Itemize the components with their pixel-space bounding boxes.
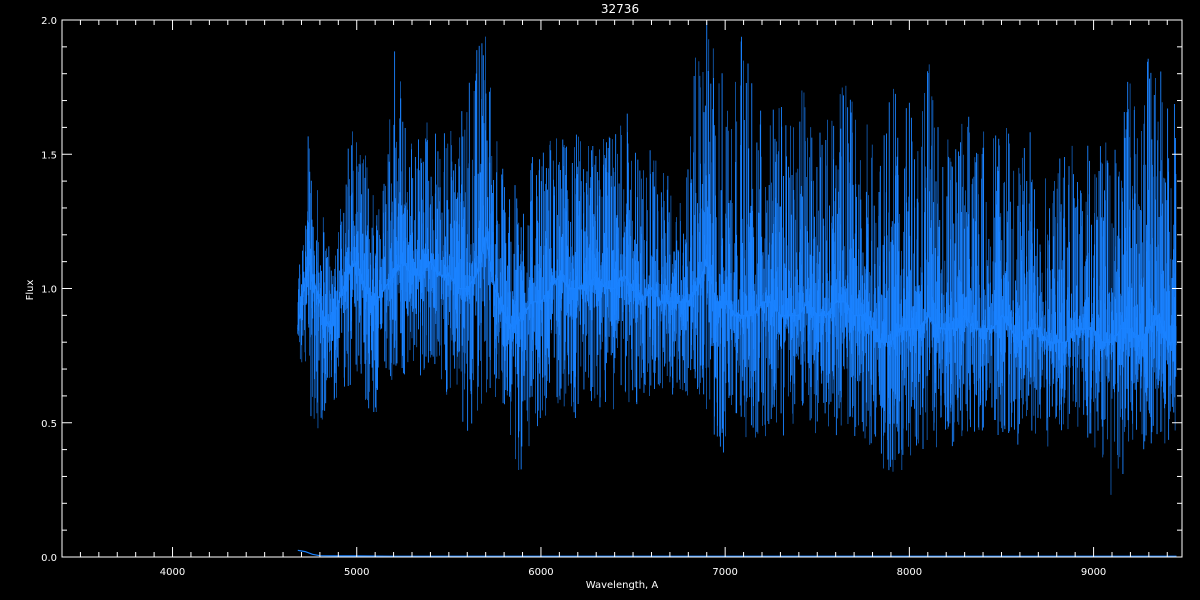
x-axis-label: Wavelength, A (586, 580, 659, 591)
x-tick-label: 8000 (897, 567, 922, 578)
y-tick-label: 1.0 (41, 285, 57, 296)
chart-title: 32736 (601, 2, 639, 16)
y-axis-label: Flux (25, 280, 36, 301)
y-tick-label: 2.0 (41, 16, 57, 27)
x-tick-label: 9000 (1081, 567, 1106, 578)
x-tick-label: 4000 (160, 567, 185, 578)
y-tick-label: 0.0 (41, 553, 57, 564)
x-tick-label: 5000 (344, 567, 369, 578)
spectrum-chart: 32736 Wavelength, A Flux 4000 5000 6000 700… (0, 0, 1200, 600)
y-tick-label: 1.5 (41, 150, 57, 161)
y-tick-label: 0.5 (41, 419, 57, 430)
x-tick-label: 7000 (712, 567, 737, 578)
x-tick-label: 6000 (528, 567, 553, 578)
